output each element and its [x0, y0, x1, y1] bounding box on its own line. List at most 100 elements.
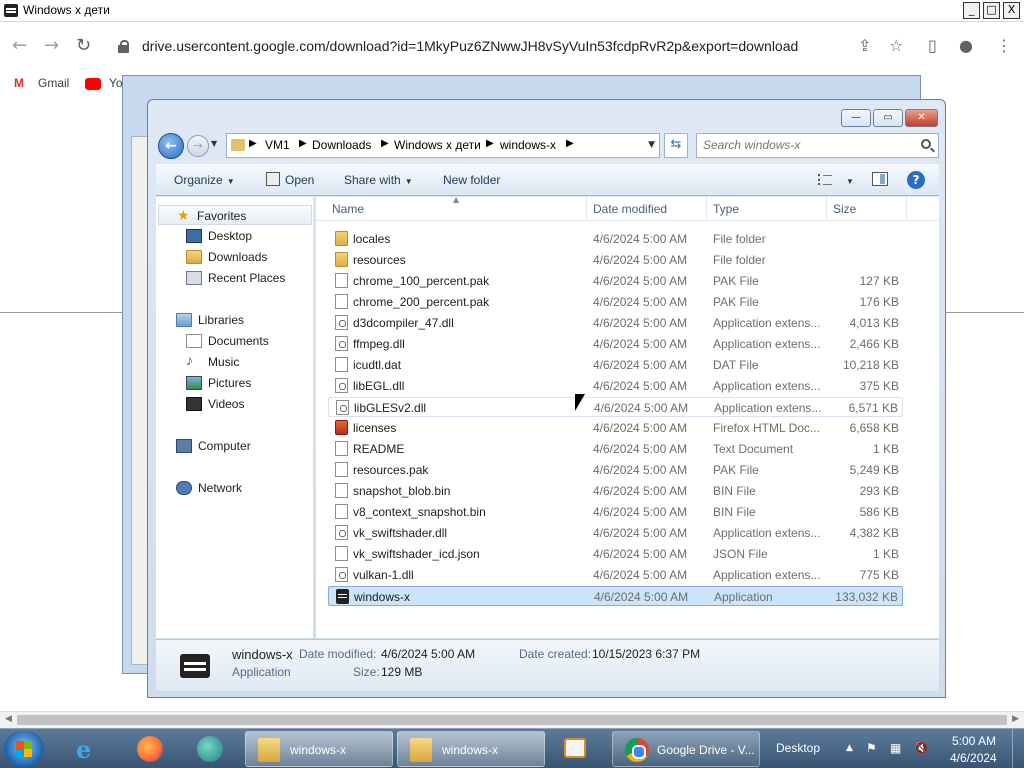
preview-pane-icon[interactable]: [872, 172, 888, 186]
url-text[interactable]: drive.usercontent.google.com/download?id…: [142, 38, 798, 54]
desktop-toolbar-label[interactable]: Desktop: [776, 741, 820, 755]
nav-favorites[interactable]: ★ Favorites: [158, 205, 312, 225]
bookmark-gmail[interactable]: Gmail: [38, 76, 69, 90]
address-bar[interactable]: drive.usercontent.google.com/download?id…: [112, 30, 918, 64]
search-input[interactable]: [703, 138, 903, 152]
file-row[interactable]: vulkan-1.dll 4/6/2024 5:00 AM Application …: [328, 565, 903, 585]
internet-explorer-icon[interactable]: e: [62, 731, 114, 767]
file-row[interactable]: ffmpeg.dll 4/6/2024 5:00 AM Application ex…: [328, 334, 903, 354]
column-divider[interactable]: [586, 197, 587, 221]
scroll-left-icon[interactable]: ◀: [5, 714, 12, 724]
explorer-minimize-button[interactable]: —: [841, 109, 871, 127]
explorer-maximize-button[interactable]: ▭: [873, 109, 903, 127]
action-center-flag-icon[interactable]: ⚑: [866, 741, 877, 755]
file-row[interactable]: README 4/6/2024 5:00 AM Text Document 1 KB: [328, 439, 903, 459]
view-dropdown-icon[interactable]: ▼: [842, 173, 854, 187]
volume-muted-icon[interactable]: 🔇: [914, 741, 929, 755]
file-row[interactable]: d3dcompiler_47.dll 4/6/2024 5:00 AM Applic…: [328, 313, 903, 333]
column-divider[interactable]: [826, 197, 827, 221]
show-desktop-button[interactable]: [1012, 729, 1024, 768]
column-type[interactable]: Type: [713, 202, 739, 216]
organize-button[interactable]: Organize ▼: [174, 173, 235, 187]
breadcrumb-separator-icon[interactable]: ▶: [566, 138, 574, 149]
column-date-modified[interactable]: Date modified: [593, 202, 667, 216]
new-folder-button[interactable]: New folder: [443, 173, 500, 187]
bookmark-star-icon[interactable]: ☆: [889, 36, 903, 55]
forward-button[interactable]: →: [187, 135, 209, 157]
breadcrumb-vm1[interactable]: VM1: [265, 138, 290, 152]
minimize-button[interactable]: _: [963, 2, 980, 19]
firefox-icon[interactable]: [124, 731, 176, 767]
nav-computer[interactable]: Computer: [176, 436, 312, 456]
file-row[interactable]: vk_swiftshader.dll 4/6/2024 5:00 AM Applic…: [328, 523, 903, 543]
file-row[interactable]: icudtl.dat 4/6/2024 5:00 AM DAT File 10,218…: [328, 355, 903, 375]
nav-music[interactable]: ♪ Music: [186, 352, 312, 372]
file-row[interactable]: libGLESv2.dll 4/6/2024 5:00 AM Application…: [328, 397, 903, 417]
file-row[interactable]: resources.pak 4/6/2024 5:00 AM PAK File 5,2…: [328, 460, 903, 480]
maximize-button[interactable]: □: [983, 2, 1000, 19]
nav-libraries[interactable]: Libraries: [176, 310, 312, 330]
share-with-button[interactable]: Share with ▼: [344, 173, 413, 187]
share-icon[interactable]: ⇪: [858, 36, 871, 55]
open-icon[interactable]: [266, 172, 280, 186]
nav-documents[interactable]: Documents: [186, 331, 312, 351]
nav-pictures[interactable]: Pictures: [186, 373, 312, 393]
breadcrumb-windows-x-deti[interactable]: Windows x дети: [394, 138, 481, 152]
back-arrow-icon[interactable]: ←: [12, 35, 27, 56]
bookmark-youtube[interactable]: Yo: [109, 76, 123, 90]
breadcrumb-separator-icon[interactable]: ▶: [249, 138, 257, 149]
nav-downloads[interactable]: Downloads: [186, 247, 312, 267]
file-row[interactable]: locales 4/6/2024 5:00 AM File folder: [328, 229, 903, 249]
side-panel-icon[interactable]: ▯: [928, 36, 937, 55]
close-button[interactable]: X: [1003, 2, 1020, 19]
breadcrumb-separator-icon[interactable]: ▶: [299, 138, 307, 149]
file-row[interactable]: snapshot_blob.bin 4/6/2024 5:00 AM BIN Fil…: [328, 481, 903, 501]
help-icon[interactable]: ?: [907, 171, 925, 189]
column-divider[interactable]: [906, 197, 907, 221]
search-box[interactable]: [696, 133, 939, 158]
taskbar-explorer-windows-x-2[interactable]: windows-x: [397, 731, 545, 767]
profile-icon[interactable]: ●: [959, 36, 973, 55]
forward-arrow-icon[interactable]: →: [44, 35, 59, 56]
file-row[interactable]: windows-x 4/6/2024 5:00 AM Application 133,…: [328, 586, 903, 606]
breadcrumb-downloads[interactable]: Downloads: [312, 138, 371, 152]
network-tray-icon[interactable]: ▦: [890, 741, 901, 755]
breadcrumb[interactable]: ▶ VM1 ▶ Downloads ▶ Windows x дети ▶ win…: [226, 133, 660, 158]
history-dropdown-icon[interactable]: ▼: [211, 139, 217, 148]
open-button[interactable]: Open: [285, 173, 314, 187]
breadcrumb-separator-icon[interactable]: ▶: [381, 138, 389, 149]
file-row[interactable]: vk_swiftshader_icd.json 4/6/2024 5:00 AM J…: [328, 544, 903, 564]
file-row[interactable]: v8_context_snapshot.bin 4/6/2024 5:00 AM B…: [328, 502, 903, 522]
media-player-icon[interactable]: [550, 731, 602, 767]
tray-expand-icon[interactable]: ▲: [846, 743, 853, 753]
explorer-close-button[interactable]: ✕: [905, 109, 938, 127]
breadcrumb-windows-x[interactable]: windows-x: [500, 138, 556, 152]
column-size[interactable]: Size: [833, 202, 856, 216]
scrollbar-thumb[interactable]: [17, 715, 1007, 725]
column-name[interactable]: Name: [332, 202, 364, 216]
file-row[interactable]: resources 4/6/2024 5:00 AM File folder: [328, 250, 903, 270]
file-row[interactable]: chrome_200_percent.pak 4/6/2024 5:00 AM PA…: [328, 292, 903, 312]
back-button[interactable]: ←: [158, 133, 184, 159]
taskbar-chrome[interactable]: Google Drive - V...: [612, 731, 760, 767]
menu-icon[interactable]: ⋮: [996, 36, 1012, 55]
file-row[interactable]: licenses 4/6/2024 5:00 AM Firefox HTML Doc…: [328, 418, 903, 438]
file-row[interactable]: libEGL.dll 4/6/2024 5:00 AM Application ex…: [328, 376, 903, 396]
nav-videos[interactable]: Videos: [186, 394, 312, 414]
refresh-button[interactable]: ⇆: [664, 133, 688, 158]
nav-network[interactable]: Network: [176, 478, 312, 498]
app-pinned-icon[interactable]: [184, 731, 236, 767]
view-options-icon[interactable]: [818, 174, 832, 185]
file-row[interactable]: chrome_100_percent.pak 4/6/2024 5:00 AM PA…: [328, 271, 903, 291]
clock-time[interactable]: 5:00 AM: [952, 734, 996, 748]
nav-desktop[interactable]: Desktop: [186, 226, 312, 246]
search-icon[interactable]: [921, 139, 931, 149]
scroll-right-icon[interactable]: ▶: [1012, 714, 1019, 724]
taskbar-explorer-windows-x-1[interactable]: windows-x: [245, 731, 393, 767]
address-dropdown-icon[interactable]: ▼: [648, 140, 655, 150]
start-button[interactable]: [4, 731, 44, 767]
nav-recent-places[interactable]: Recent Places: [186, 268, 312, 288]
breadcrumb-separator-icon[interactable]: ▶: [486, 138, 494, 149]
column-divider[interactable]: [706, 197, 707, 221]
clock-date[interactable]: 4/6/2024: [950, 751, 997, 765]
